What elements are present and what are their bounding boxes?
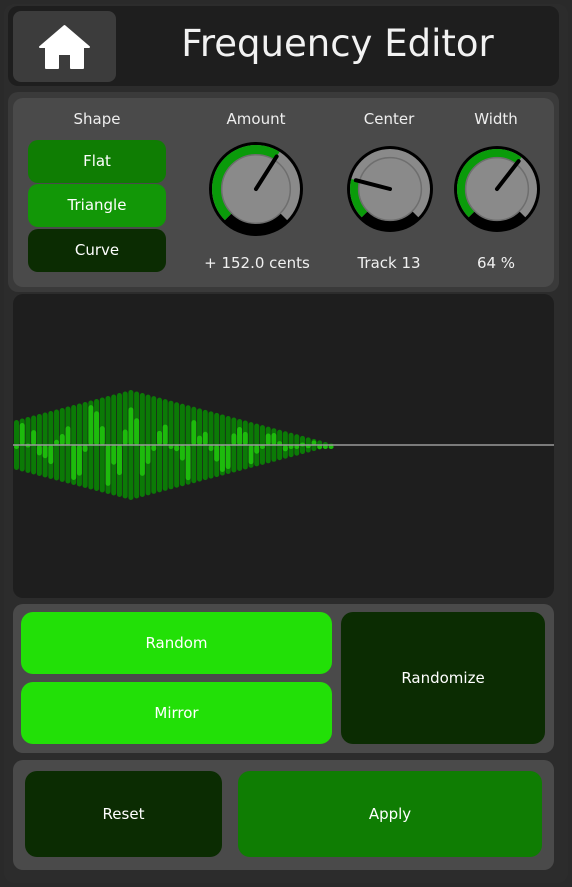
mirror-label: Mirror [154,704,199,722]
graph-bar-highlight [65,426,71,445]
graph-bar-highlight [254,445,260,454]
graph-bar-highlight [88,405,94,445]
graph-bar-highlight [111,445,117,465]
reset-label: Reset [102,805,145,823]
graph-bar-highlight [31,430,37,445]
shape-curve-button[interactable]: Curve [28,229,166,272]
graph-bar-highlight [128,407,134,445]
graph-bar-highlight [157,430,162,445]
center-label: Center [363,110,415,128]
page-title: Frequency Editor [181,22,494,65]
graph-bar-highlight [237,427,243,445]
amount-label: Amount [226,110,286,128]
graph-bar-highlight [202,431,208,445]
amount-value: + 152.0 cents [204,254,310,272]
shape-curve-label: Curve [74,241,120,259]
width-value: 64 % [476,254,516,272]
graph-bar-highlight [71,445,77,480]
shape-label: Shape [73,110,121,128]
graph-bar-highlight [231,433,237,445]
width-label: Width [474,110,518,128]
graph-bar-highlight [214,445,220,462]
graph-bar-highlight [162,424,168,445]
graph-bar-highlight [59,434,65,445]
graph-bar-highlight [185,445,191,481]
center-knob[interactable] [345,144,435,234]
graph-bar-highlight [94,411,100,445]
random-button[interactable]: Random [21,612,332,674]
graph-bar-highlight [208,445,214,452]
center-value: Track 13 [357,254,421,272]
graph-bar-highlight [82,445,88,452]
random-label: Random [145,634,208,652]
shape-flat-button[interactable]: Flat [28,140,166,183]
graph-bar-highlight [105,445,111,486]
graph-bar-highlight [242,431,248,445]
amount-knob[interactable] [207,140,305,238]
apply-label: Apply [368,805,412,823]
home-icon [39,25,90,69]
home-button[interactable] [13,11,116,82]
graph-bar-highlight [191,420,197,445]
graph-bar-highlight [139,445,145,476]
graph-bar-highlight [225,445,231,470]
graph-bar-highlight [99,426,105,445]
graph-bar-highlight [76,445,82,476]
graph-bar-highlight [54,439,60,445]
graph-bar-highlight [282,445,288,452]
graph-bar-highlight [134,418,140,445]
graph-bar-highlight [19,423,25,445]
graph-bar-highlight [248,445,254,465]
graph-bar-highlight [48,445,54,465]
shape-triangle-label: Triangle [67,196,127,214]
graph-bar-highlight [42,445,48,459]
graph-bar-highlight [122,429,128,445]
graph-bar-highlight [174,445,180,452]
graph-bar-highlight [116,445,122,476]
frequency-graph[interactable] [13,294,554,598]
randomize-button[interactable]: Randomize [341,612,545,744]
shape-flat-label: Flat [83,152,111,170]
mirror-button[interactable]: Mirror [21,682,332,744]
frequency-graph-canvas [13,390,554,500]
graph-bar-highlight [265,433,271,445]
graph-bar-highlight [36,445,42,456]
shape-triangle-button[interactable]: Triangle [28,184,166,227]
randomize-label: Randomize [401,669,485,687]
reset-button[interactable]: Reset [25,771,222,857]
apply-button[interactable]: Apply [238,771,542,857]
width-knob[interactable] [452,144,542,234]
graph-bar-highlight [151,445,157,451]
graph-bar-highlight [145,445,151,465]
graph-bar-highlight [179,445,185,461]
graph-bar-highlight [219,445,225,472]
graph-bar-highlight [271,432,277,445]
graph-bar-highlight [197,435,203,445]
